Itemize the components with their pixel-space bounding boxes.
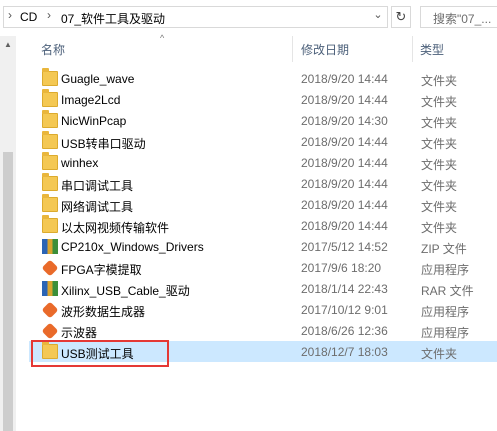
file-name: FPGA字模提取: [61, 263, 142, 277]
file-type: 文件夹: [421, 74, 458, 88]
file-date: 2018/9/20 14:44: [301, 72, 388, 86]
file-type: 文件夹: [421, 137, 458, 151]
file-date: 2017/5/12 14:52: [301, 240, 388, 254]
file-type: 文件夹: [421, 200, 458, 214]
column-header-name[interactable]: 名称: [41, 41, 65, 58]
folder-icon: [42, 110, 58, 128]
file-name: 以太网视频传输软件: [61, 221, 170, 235]
file-name: Xilinx_USB_Cable_驱动: [61, 284, 190, 298]
file-row[interactable]: 波形数据生成器 2017/10/12 9:01 应用程序: [29, 299, 497, 320]
file-name: winhex: [61, 156, 99, 170]
rar-icon: [42, 281, 58, 296]
breadcrumb-current-folder[interactable]: 07_软件工具及驱动: [61, 10, 165, 27]
file-row[interactable]: CP210x_Windows_Drivers 2017/5/12 14:52 ZIP…: [29, 236, 497, 257]
file-name: USB转串口驱动: [61, 137, 146, 151]
file-type: 文件夹: [421, 158, 458, 172]
file-name: 网络调试工具: [61, 200, 134, 214]
folder-icon: [42, 89, 58, 107]
breadcrumb-separator-icon[interactable]: ›: [47, 8, 51, 22]
file-date: 2018/12/7 18:03: [301, 345, 388, 359]
zip-icon: [42, 239, 58, 254]
column-divider[interactable]: [412, 36, 413, 62]
folder-icon: [42, 173, 58, 191]
refresh-icon[interactable]: ↻: [391, 6, 411, 28]
file-type: 文件夹: [421, 221, 458, 235]
file-row[interactable]: NicWinPcap 2018/9/20 14:30 文件夹: [29, 110, 497, 131]
file-type: 文件夹: [421, 116, 458, 130]
folder-icon: [42, 215, 58, 233]
file-date: 2018/1/14 22:43: [301, 282, 388, 296]
file-date: 2018/9/20 14:44: [301, 135, 388, 149]
file-name: Guagle_wave: [61, 72, 135, 86]
file-date: 2018/9/20 14:44: [301, 93, 388, 107]
highlight-annotation: [31, 340, 169, 367]
file-name: Image2Lcd: [61, 93, 121, 107]
file-row[interactable]: USB转串口驱动 2018/9/20 14:44 文件夹: [29, 131, 497, 152]
file-type: ZIP 文件: [421, 242, 467, 256]
breadcrumb-cd[interactable]: CD: [20, 10, 37, 24]
column-header-date[interactable]: 修改日期: [301, 41, 349, 58]
file-row[interactable]: Xilinx_USB_Cable_驱动 2018/1/14 22:43 RAR 文件: [29, 278, 497, 299]
file-date: 2018/9/20 14:44: [301, 156, 388, 170]
file-type: 应用程序: [421, 263, 470, 277]
file-type: RAR 文件: [421, 284, 474, 298]
file-date: 2018/9/20 14:30: [301, 114, 388, 128]
file-name: 波形数据生成器: [61, 305, 146, 319]
file-name: 示波器: [61, 326, 98, 340]
scroll-up-arrow-icon[interactable]: ▲: [3, 40, 13, 50]
sort-ascending-icon: ^: [160, 33, 165, 43]
breadcrumb-chevron-icon[interactable]: ›: [8, 8, 12, 22]
file-row[interactable]: 示波器 2018/6/26 12:36 应用程序: [29, 320, 497, 341]
file-type: 应用程序: [421, 326, 470, 340]
file-name: CP210x_Windows_Drivers: [61, 240, 204, 254]
file-row[interactable]: 以太网视频传输软件 2018/9/20 14:44 文件夹: [29, 215, 497, 236]
folder-icon: [42, 68, 58, 86]
file-date: 2018/9/20 14:44: [301, 219, 388, 233]
column-header-type[interactable]: 类型: [420, 41, 444, 58]
app-icon: [41, 301, 59, 319]
file-date: 2018/9/20 14:44: [301, 198, 388, 212]
column-divider[interactable]: [292, 36, 293, 62]
file-type: 文件夹: [421, 179, 458, 193]
file-name: 串口调试工具: [61, 179, 134, 193]
file-row[interactable]: 串口调试工具 2018/9/20 14:44 文件夹: [29, 173, 497, 194]
file-date: 2018/9/20 14:44: [301, 177, 388, 191]
app-icon: [41, 259, 59, 277]
folder-icon: [42, 194, 58, 212]
file-row[interactable]: Guagle_wave 2018/9/20 14:44 文件夹: [29, 68, 497, 89]
app-icon: [41, 322, 59, 340]
scrollbar-thumb[interactable]: [3, 152, 13, 431]
search-placeholder: 搜索"07_...: [433, 12, 492, 26]
file-row[interactable]: winhex 2018/9/20 14:44 文件夹: [29, 152, 497, 173]
file-row[interactable]: FPGA字模提取 2017/9/6 18:20 应用程序: [29, 257, 497, 278]
file-type: 应用程序: [421, 305, 470, 319]
file-name: NicWinPcap: [61, 114, 127, 128]
file-type: 文件夹: [421, 95, 458, 109]
file-date: 2018/6/26 12:36: [301, 324, 388, 338]
address-dropdown-chevron-icon[interactable]: ⌄: [370, 8, 386, 24]
file-row[interactable]: 网络调试工具 2018/9/20 14:44 文件夹: [29, 194, 497, 215]
file-row[interactable]: Image2Lcd 2018/9/20 14:44 文件夹: [29, 89, 497, 110]
folder-icon: [42, 152, 58, 170]
file-date: 2017/9/6 18:20: [301, 261, 382, 275]
file-type: 文件夹: [421, 347, 458, 361]
folder-icon: [42, 131, 58, 149]
file-date: 2017/10/12 9:01: [301, 303, 388, 317]
